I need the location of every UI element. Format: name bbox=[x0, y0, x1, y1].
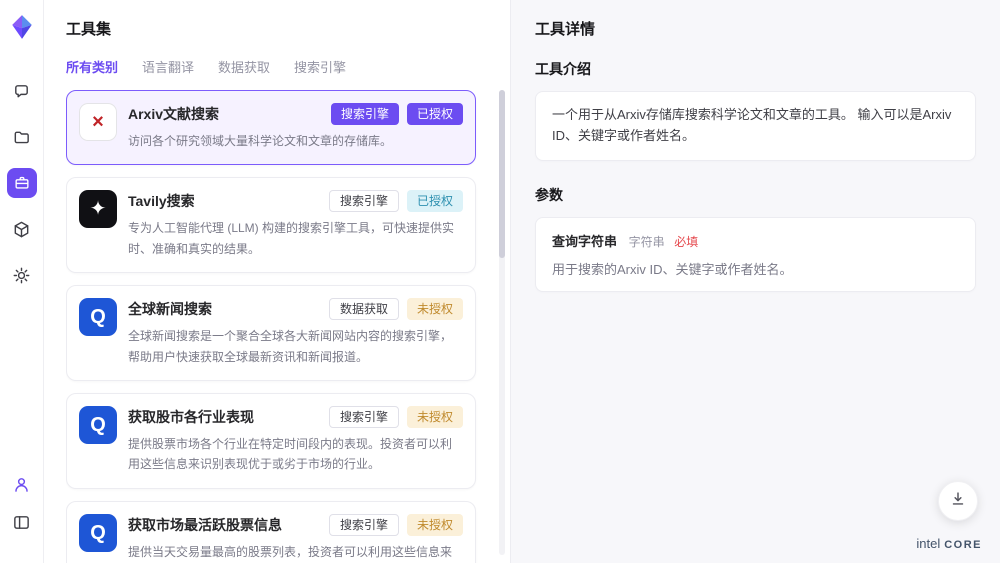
tool-icon-glyph: Q bbox=[90, 415, 106, 435]
icon-rail bbox=[0, 0, 44, 563]
intro-heading: 工具介绍 bbox=[535, 59, 976, 79]
gear-icon[interactable] bbox=[7, 260, 37, 290]
global-news-icon: Q bbox=[79, 298, 117, 336]
active-stocks-icon: Q bbox=[79, 514, 117, 552]
category-tabs: 所有类别 语言翻译 数据获取 搜索引擎 bbox=[66, 57, 488, 76]
tool-detail-panel: 工具详情 工具介绍 一个用于从Arxiv存储库搜索科学论文和文章的工具。 输入可… bbox=[510, 0, 1000, 563]
page-title: 工具集 bbox=[66, 18, 488, 39]
arxiv-icon: × bbox=[79, 103, 117, 141]
params-heading: 参数 bbox=[535, 185, 976, 205]
tool-name: 获取股市各行业表现 bbox=[128, 407, 329, 427]
tool-description: 访问各个研究领域大量科学论文和文章的存储库。 bbox=[128, 131, 463, 151]
tool-name: 全球新闻搜索 bbox=[128, 299, 329, 319]
scrollbar-thumb[interactable] bbox=[499, 90, 505, 258]
category-badge: 搜索引擎 bbox=[331, 103, 399, 125]
tool-icon-glyph: × bbox=[92, 112, 104, 132]
intro-card: 一个用于从Arxiv存储库搜索科学论文和文章的工具。 输入可以是Arxiv ID… bbox=[535, 91, 976, 161]
folder-icon[interactable] bbox=[7, 122, 37, 152]
category-tab[interactable]: 数据获取 bbox=[218, 57, 270, 76]
intel-wordmark: intel bbox=[916, 536, 940, 551]
app-logo-icon bbox=[9, 14, 35, 40]
tool-card[interactable]: Q 全球新闻搜索 数据获取 未授权 全球新闻搜索是一个聚合全球各大新闻网站内容的… bbox=[66, 285, 476, 381]
cube-icon[interactable] bbox=[7, 214, 37, 244]
tool-name: Arxiv文献搜索 bbox=[128, 104, 331, 124]
detail-title: 工具详情 bbox=[535, 18, 976, 39]
tool-icon-glyph: Q bbox=[90, 307, 106, 327]
category-tab-label: 语言翻译 bbox=[142, 60, 194, 75]
category-tab[interactable]: 语言翻译 bbox=[142, 57, 194, 76]
scrollbar bbox=[499, 90, 505, 555]
auth-status-badge: 已授权 bbox=[407, 103, 463, 125]
category-tab-label: 所有类别 bbox=[66, 60, 118, 75]
param-description: 用于搜索的Arxiv ID、关键字或作者姓名。 bbox=[552, 259, 959, 278]
param-type: 字符串 bbox=[629, 235, 665, 249]
tool-name: 获取市场最活跃股票信息 bbox=[128, 515, 329, 535]
briefcase-icon[interactable] bbox=[7, 168, 37, 198]
tool-card[interactable]: Q 获取股市各行业表现 搜索引擎 未授权 提供股票市场各个行业在特定时间段内的表… bbox=[66, 393, 476, 489]
param-required-badge: 必填 bbox=[674, 235, 698, 249]
tool-icon-glyph: Q bbox=[90, 523, 106, 543]
tool-description: 提供当天交易量最高的股票列表，投资者可以利用这些信息来识别流动性强的股票和潜在的… bbox=[128, 542, 463, 563]
category-tab[interactable]: 搜索引擎 bbox=[294, 57, 346, 76]
tool-description: 全球新闻搜索是一个聚合全球各大新闻网站内容的搜索引擎，帮助用户快速获取全球最新资… bbox=[128, 326, 463, 367]
auth-status-badge: 未授权 bbox=[407, 298, 463, 320]
tool-card[interactable]: × Arxiv文献搜索 搜索引擎 已授权 访问各个研究领域大量科学论文和文章的存… bbox=[66, 90, 476, 165]
category-tab-label: 搜索引擎 bbox=[294, 60, 346, 75]
tool-icon-glyph: ✦ bbox=[90, 199, 107, 219]
tool-card[interactable]: Q 获取市场最活跃股票信息 搜索引擎 未授权 提供当天交易量最高的股票列表，投资… bbox=[66, 501, 476, 563]
download-icon bbox=[949, 490, 967, 513]
tool-list: × Arxiv文献搜索 搜索引擎 已授权 访问各个研究领域大量科学论文和文章的存… bbox=[66, 90, 488, 563]
intel-core-logo: intel CORE bbox=[916, 536, 982, 551]
intro-text: 一个用于从Arxiv存储库搜索科学论文和文章的工具。 输入可以是Arxiv ID… bbox=[552, 107, 951, 143]
app-window: 工具集 所有类别 语言翻译 数据获取 搜索引擎 × Arxiv文献搜索 搜索引擎… bbox=[0, 0, 1000, 563]
category-badge: 搜索引擎 bbox=[329, 190, 399, 212]
panel-toggle-icon[interactable] bbox=[7, 507, 37, 537]
tavily-icon: ✦ bbox=[79, 190, 117, 228]
stock-sector-icon: Q bbox=[79, 406, 117, 444]
category-tab-label: 数据获取 bbox=[218, 60, 270, 75]
tool-card[interactable]: ✦ Tavily搜索 搜索引擎 已授权 专为人工智能代理 (LLM) 构建的搜索… bbox=[66, 177, 476, 273]
category-badge: 搜索引擎 bbox=[329, 514, 399, 536]
category-badge: 搜索引擎 bbox=[329, 406, 399, 428]
auth-status-badge: 已授权 bbox=[407, 190, 463, 212]
download-button[interactable] bbox=[938, 481, 978, 521]
user-icon[interactable] bbox=[7, 469, 37, 499]
tool-description: 提供股票市场各个行业在特定时间段内的表现。投资者可以利用这些信息来识别表现优于或… bbox=[128, 434, 463, 475]
category-tab[interactable]: 所有类别 bbox=[66, 57, 118, 76]
param-name: 查询字符串 bbox=[552, 234, 617, 249]
tool-name: Tavily搜索 bbox=[128, 191, 329, 211]
category-badge: 数据获取 bbox=[329, 298, 399, 320]
tool-list-panel: 工具集 所有类别 语言翻译 数据获取 搜索引擎 × Arxiv文献搜索 搜索引擎… bbox=[44, 0, 510, 563]
param-card: 查询字符串 字符串 必填 用于搜索的Arxiv ID、关键字或作者姓名。 bbox=[535, 217, 976, 292]
chat-icon[interactable] bbox=[7, 76, 37, 106]
tool-description: 专为人工智能代理 (LLM) 构建的搜索引擎工具，可快速提供实时、准确和真实的结… bbox=[128, 218, 463, 259]
core-wordmark: CORE bbox=[944, 539, 982, 551]
auth-status-badge: 未授权 bbox=[407, 514, 463, 536]
auth-status-badge: 未授权 bbox=[407, 406, 463, 428]
